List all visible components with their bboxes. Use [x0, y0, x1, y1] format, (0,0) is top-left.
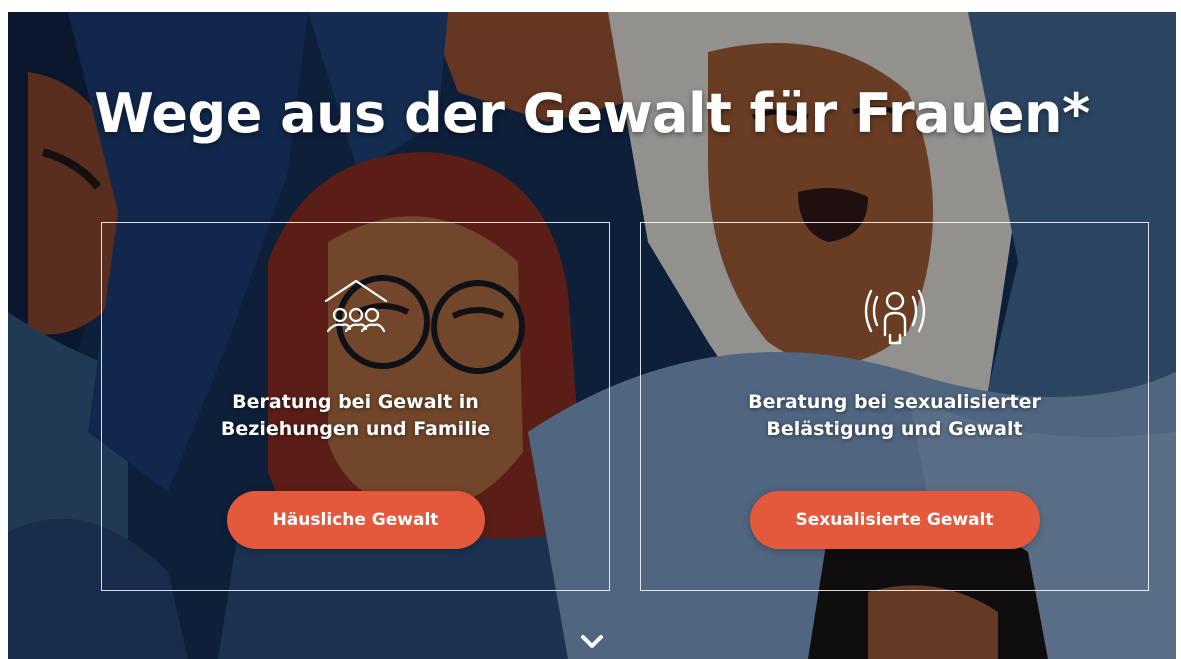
person-alarm-icon	[857, 277, 933, 353]
card-description: Beratung bei Gewalt in Beziehungen und F…	[102, 389, 609, 443]
card-description-line: Beziehungen und Familie	[220, 418, 491, 440]
card-description-line: Belästigung und Gewalt	[766, 418, 1023, 440]
card-description-line: Beratung bei sexualisierter	[748, 391, 1041, 413]
card-domestic-violence: Beratung bei Gewalt in Beziehungen und F…	[101, 222, 610, 591]
hero-section: Wege aus der Gewalt für Frauen* Beratung…	[8, 12, 1176, 659]
domestic-violence-button[interactable]: Häusliche Gewalt	[226, 491, 485, 549]
card-description-line: Beratung bei Gewalt in	[232, 391, 479, 413]
card-sexualized-violence: Beratung bei sexualisierter Belästigung …	[640, 222, 1149, 591]
page-title: Wege aus der Gewalt für Frauen*	[94, 82, 1090, 145]
card-description: Beratung bei sexualisierter Belästigung …	[641, 389, 1148, 443]
chevron-down-icon[interactable]	[579, 632, 605, 652]
family-house-icon	[320, 273, 392, 339]
sexualized-violence-button[interactable]: Sexualisierte Gewalt	[749, 491, 1040, 549]
